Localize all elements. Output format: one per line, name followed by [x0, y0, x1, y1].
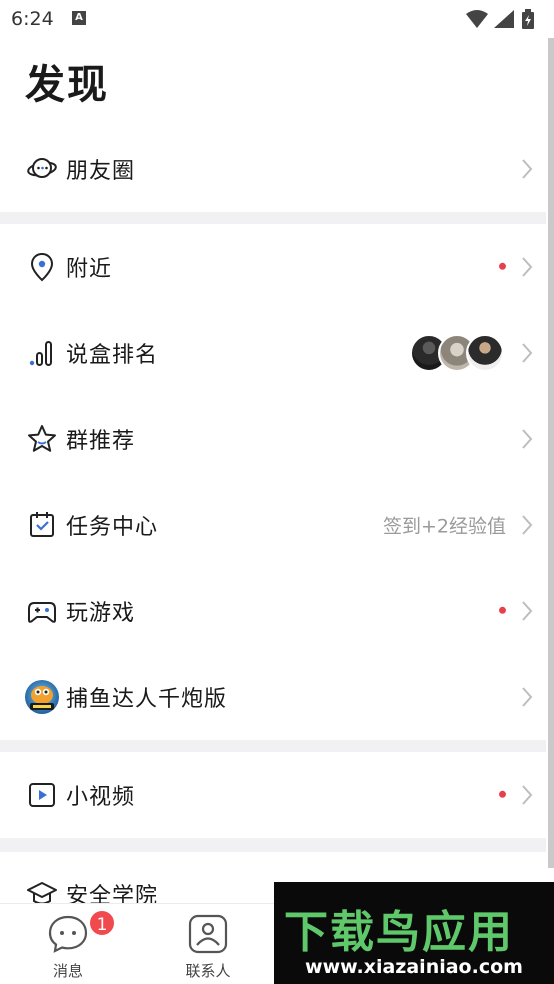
avatar — [466, 334, 504, 372]
notification-icon: A — [72, 11, 86, 25]
watermark-url: www.xiazainiao.com — [305, 956, 523, 978]
watermark-overlay: 下载鸟应用 www.xiazainiao.com — [274, 882, 554, 984]
video-play-icon — [29, 783, 55, 807]
calendar-check-icon — [30, 512, 54, 537]
page-title: 发现 — [25, 62, 109, 108]
contact-person-icon — [188, 914, 228, 954]
menu-item-label: 小视频 — [66, 785, 136, 810]
menu-item-label: 安全学院 — [66, 884, 159, 903]
graduation-cap-icon — [27, 882, 57, 903]
location-pin-icon — [30, 252, 54, 282]
nav-item-messages[interactable]: 1 消息 — [8, 904, 128, 984]
task-hint-text: 签到+2经验值 — [382, 515, 506, 538]
chevron-right-icon — [522, 601, 533, 621]
red-dot-indicator — [499, 606, 506, 614]
nav-label: 联系人 — [185, 962, 231, 980]
menu-item-label: 玩游戏 — [66, 601, 136, 626]
signal-icon — [494, 10, 514, 28]
menu-item-label: 群推荐 — [66, 429, 136, 454]
menu-item-ranking[interactable]: 说盒排名 — [0, 310, 546, 396]
wifi-icon — [466, 10, 488, 28]
chat-bubble-icon — [48, 915, 88, 953]
menu-item-nearby[interactable]: 附近 — [0, 224, 546, 310]
chevron-right-icon — [522, 429, 533, 449]
section-divider — [0, 838, 546, 852]
chevron-right-icon — [522, 687, 533, 707]
chevron-right-icon — [522, 785, 533, 805]
gamepad-icon — [28, 602, 56, 623]
menu-item-label: 捕鱼达人千炮版 — [66, 687, 228, 712]
chevron-right-icon — [522, 343, 533, 363]
menu-item-label: 说盒排名 — [66, 343, 159, 368]
watermark-title: 下载鸟应用 — [284, 907, 514, 958]
status-bar: 6:24 A — [0, 0, 554, 38]
menu-item-group-recommend[interactable]: 群推荐 — [0, 396, 546, 482]
fishing-game-app-icon — [25, 680, 59, 714]
menu-item-games[interactable]: 玩游戏 — [0, 568, 546, 654]
battery-charging-icon — [522, 9, 534, 29]
status-icons — [466, 9, 534, 29]
star-icon — [28, 425, 56, 452]
menu-item-label: 任务中心 — [66, 515, 159, 540]
menu-item-short-video[interactable]: 小视频 — [0, 752, 546, 838]
red-dot-indicator — [499, 262, 506, 270]
chevron-right-icon — [522, 257, 533, 277]
planet-chat-icon — [27, 158, 57, 178]
menu-item-label: 朋友圈 — [66, 159, 136, 184]
ranking-avatars — [410, 334, 506, 372]
scrollbar[interactable] — [548, 38, 554, 868]
nav-label: 消息 — [52, 962, 83, 980]
menu-item-moments[interactable]: 朋友圈 — [0, 126, 546, 212]
status-time: 6:24 — [11, 8, 54, 30]
chevron-right-icon — [522, 159, 533, 179]
section-divider — [0, 740, 546, 752]
menu-item-task-center[interactable]: 任务中心 签到+2经验值 — [0, 482, 546, 568]
section-divider — [0, 212, 546, 224]
unread-badge: 1 — [88, 909, 116, 937]
chevron-right-icon — [522, 515, 533, 535]
menu-item-fishing-game[interactable]: 捕鱼达人千炮版 — [0, 654, 546, 740]
menu-item-label: 附近 — [66, 257, 113, 282]
nav-item-contacts[interactable]: 联系人 — [148, 904, 268, 984]
bar-ranking-icon — [29, 341, 52, 366]
red-dot-indicator — [499, 790, 506, 798]
